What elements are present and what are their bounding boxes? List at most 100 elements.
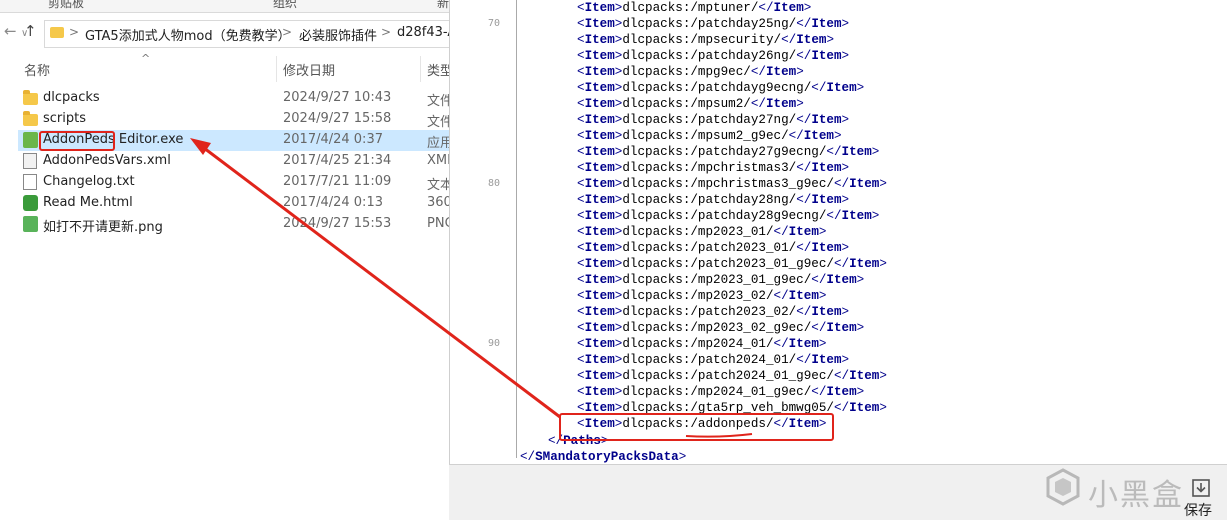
column-header: ^ 名称 修改日期 类型 <box>0 52 449 82</box>
code-line-item: <Item>dlcpacks:/patch2023_02/</Item> <box>577 305 850 319</box>
ribbon-group-labels: 剪贴板 组织 新建 <box>0 0 449 13</box>
code-line-item: <Item>dlcpacks:/mp2023_02/</Item> <box>577 289 827 303</box>
navigation-bar: ← ∨ ↑ > GTA5添加式人物mod（免费教学） > 必装服饰插件 > d2… <box>0 13 449 49</box>
code-line-item: <Item>dlcpacks:/patchday27ng/</Item> <box>577 113 850 127</box>
breadcrumb-plugin-folder[interactable]: 必装服饰插件 <box>299 25 377 44</box>
item-value: dlcpacks:/mp2024_01/ <box>622 337 774 351</box>
code-line-item: <Item>dlcpacks:/mpsecurity/</Item> <box>577 33 834 47</box>
breadcrumb-current-folder[interactable]: d28f43-A <box>397 25 449 40</box>
save-button[interactable]: 保存 <box>1178 476 1224 519</box>
code-line-item: <Item>dlcpacks:/mpg9ec/</Item> <box>577 65 804 79</box>
code-line-item: <Item>dlcpacks:/mpchristmas3_g9ec/</Item… <box>577 177 887 191</box>
item-value: dlcpacks:/mp2023_02/ <box>622 289 774 303</box>
code-line-item: <Item>dlcpacks:/patchday26ng/</Item> <box>577 49 850 63</box>
code-line-item: <Item>dlcpacks:/patchdayg9ecng/</Item> <box>577 81 865 95</box>
back-icon[interactable]: ← <box>4 22 17 40</box>
breadcrumb-gta5-folder[interactable]: GTA5添加式人物mod（免费教学） <box>85 25 291 44</box>
folder-icon <box>23 90 38 105</box>
code-line-item: <Item>dlcpacks:/mp2023_01_g9ec/</Item> <box>577 273 865 287</box>
file-date: 2017/7/21 11:09 <box>283 174 392 189</box>
column-divider[interactable] <box>420 56 421 82</box>
annotation-box-addonpeds <box>39 131 115 151</box>
item-value: dlcpacks:/patchday27ng/ <box>622 113 797 127</box>
item-value: dlcpacks:/mp2023_01/ <box>622 225 774 239</box>
address-bar[interactable]: > GTA5添加式人物mod（免费教学） > 必装服饰插件 > d28f43-A <box>44 20 449 48</box>
file-row-dlcpacks[interactable]: dlcpacks 2024/9/27 10:43 文件 <box>18 88 449 109</box>
file-row-readme[interactable]: Read Me.html 2017/4/24 0:13 360 <box>18 193 449 214</box>
fold-line <box>516 0 517 440</box>
line-number: 90 <box>487 338 500 349</box>
item-value: dlcpacks:/mpsecurity/ <box>622 33 782 47</box>
folder-icon <box>50 27 64 38</box>
file-row-addonpedsvars[interactable]: AddonPedsVars.xml 2017/4/25 21:34 XML <box>18 151 449 172</box>
column-date[interactable]: 修改日期 <box>283 60 335 79</box>
code-line-root-close: </SMandatoryPacksData> <box>520 450 687 464</box>
file-name: 如打不开请更新.png <box>43 220 163 235</box>
file-date: 2017/4/25 21:34 <box>283 153 392 168</box>
file-date: 2024/9/27 15:53 <box>283 216 392 231</box>
code-line-item: <Item>dlcpacks:/mpchristmas3/</Item> <box>577 161 850 175</box>
code-line-item: <Item>dlcpacks:/patch2024_01/</Item> <box>577 353 850 367</box>
code-line-item: <Item>dlcpacks:/patchday28g9ecng/</Item> <box>577 209 880 223</box>
file-row-scripts[interactable]: scripts 2024/9/27 15:58 文件 <box>18 109 449 130</box>
ribbon-group-new: 新建 <box>437 0 449 10</box>
file-type: 文件 <box>427 115 449 130</box>
txt-icon <box>23 174 37 190</box>
file-type: 360 <box>427 195 449 210</box>
file-row-png[interactable]: 如打不开请更新.png 2024/9/27 15:53 PNG <box>18 214 449 235</box>
code-line-item: <Item>dlcpacks:/patchday25ng/</Item> <box>577 17 850 31</box>
item-value: dlcpacks:/patchday26ng/ <box>622 49 797 63</box>
line-number: 70 <box>487 18 500 29</box>
watermark-text: 小黑盒 <box>1088 478 1184 513</box>
xiaoheihe-logo-icon <box>1046 468 1080 506</box>
save-label: 保存 <box>1184 503 1212 519</box>
save-icon <box>1192 479 1210 497</box>
file-name: AddonPedsVars.xml <box>43 153 171 168</box>
fold-margin <box>510 0 522 464</box>
code-line-item: <Item>dlcpacks:/patch2024_01_g9ec/</Item… <box>577 369 887 383</box>
code-line-item: <Item>dlcpacks:/mpsum2/</Item> <box>577 97 804 111</box>
breadcrumb-separator: > <box>381 25 392 39</box>
code-line-item: <Item>dlcpacks:/patch2023_01_g9ec/</Item… <box>577 257 887 271</box>
item-value: dlcpacks:/mp2023_02_g9ec/ <box>622 321 812 335</box>
item-value: dlcpacks:/mpchristmas3_g9ec/ <box>622 177 834 191</box>
xml-editor[interactable]: 70 80 90 <Item>dlcpacks:/mptuner/</Item>… <box>449 0 1227 464</box>
item-value: dlcpacks:/patchday25ng/ <box>622 17 797 31</box>
item-value: dlcpacks:/mpsum2_g9ec/ <box>622 129 789 143</box>
item-value: dlcpacks:/mp2023_01_g9ec/ <box>622 273 812 287</box>
html-icon <box>23 195 38 211</box>
item-value: dlcpacks:/patch2023_01/ <box>622 241 797 255</box>
code-line-item: <Item>dlcpacks:/patch2023_01/</Item> <box>577 241 850 255</box>
item-value: dlcpacks:/mptuner/ <box>622 1 759 15</box>
code-line-item: <Item>dlcpacks:/patchday28ng/</Item> <box>577 193 850 207</box>
breadcrumb-separator: > <box>282 25 293 39</box>
exe-icon <box>23 132 38 148</box>
code-line-item: <Item>dlcpacks:/mp2024_01_g9ec/</Item> <box>577 385 865 399</box>
file-name: scripts <box>43 111 86 126</box>
file-type: 文件 <box>427 94 449 109</box>
file-type: 应用 <box>427 136 449 151</box>
item-value: dlcpacks:/mp2024_01_g9ec/ <box>622 385 812 399</box>
code-line-item: <Item>dlcpacks:/mptuner/</Item> <box>577 1 812 15</box>
code-line-item: <Item>dlcpacks:/patchday27g9ecng/</Item> <box>577 145 880 159</box>
up-icon[interactable]: ↑ <box>24 22 37 40</box>
file-date: 2017/4/24 0:37 <box>283 132 383 147</box>
column-name[interactable]: 名称 <box>24 60 50 79</box>
column-divider[interactable] <box>276 56 277 82</box>
file-explorer-window: 剪贴板 组织 新建 ← ∨ ↑ > GTA5添加式人物mod（免费教学） > 必… <box>0 0 449 519</box>
item-value: dlcpacks:/mpchristmas3/ <box>622 161 797 175</box>
file-type: 文本 <box>427 178 449 193</box>
ribbon-group-organize: 组织 <box>273 0 298 10</box>
xml-icon <box>23 153 37 169</box>
column-type[interactable]: 类型 <box>427 60 449 79</box>
item-value: dlcpacks:/patchday28g9ecng/ <box>622 209 827 223</box>
sort-ascending-icon: ^ <box>141 52 151 65</box>
code-line-item: <Item>dlcpacks:/mpsum2_g9ec/</Item> <box>577 129 842 143</box>
file-date: 2017/4/24 0:13 <box>283 195 383 210</box>
file-date: 2024/9/27 10:43 <box>283 90 392 105</box>
item-value: dlcpacks:/mpsum2/ <box>622 97 751 111</box>
file-row-changelog[interactable]: Changelog.txt 2017/7/21 11:09 文本 <box>18 172 449 193</box>
file-name: dlcpacks <box>43 90 100 105</box>
ribbon-group-clipboard: 剪贴板 <box>48 0 85 10</box>
item-value: dlcpacks:/patchdayg9ecng/ <box>622 81 812 95</box>
